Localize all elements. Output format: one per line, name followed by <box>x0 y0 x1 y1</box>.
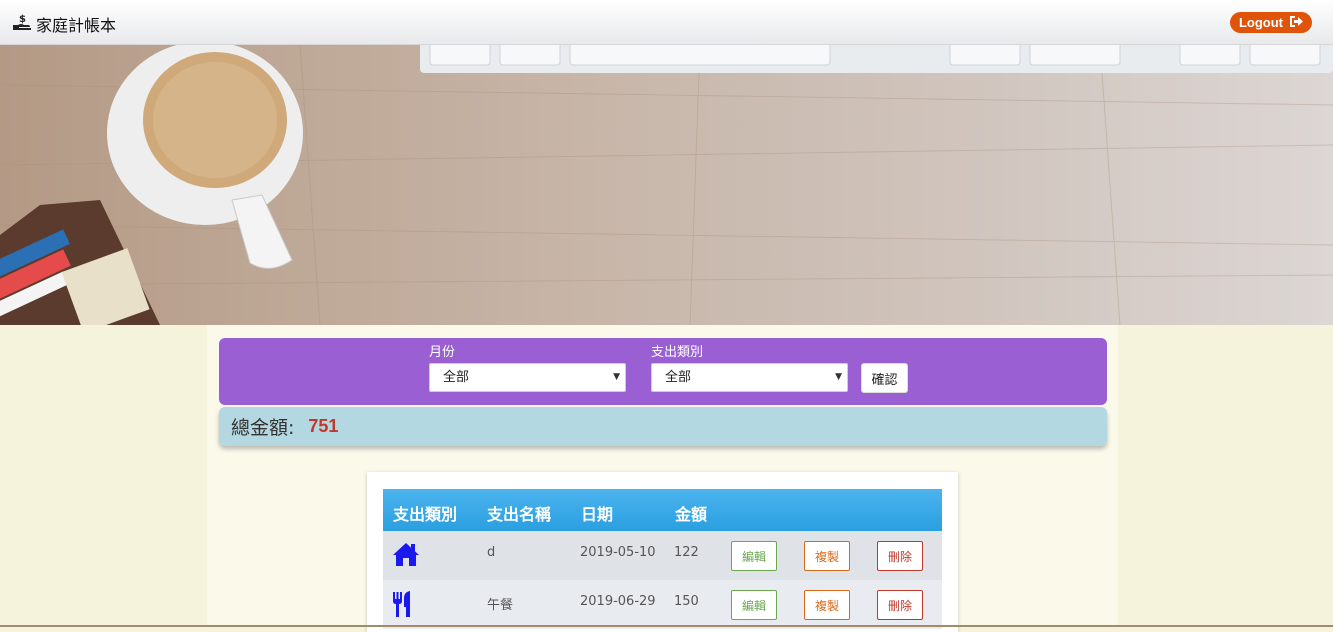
logout-button[interactable]: Logout <box>1229 12 1312 33</box>
table-row: d 2019-05-10 122 編輯 複製 刪除 <box>383 531 942 580</box>
category-select-value: 全部 <box>665 370 692 385</box>
hand-holding-dollar-icon: $ <box>12 13 32 35</box>
expense-amount: 150 <box>674 594 699 609</box>
category-filter-label: 支出類別 <box>651 345 704 360</box>
edit-button[interactable]: 編輯 <box>731 541 777 571</box>
column-header-name: 支出名稱 <box>487 505 552 524</box>
table-row: 午餐 2019-06-29 150 編輯 複製 刪除 <box>383 580 942 629</box>
column-header-amount: 金額 <box>675 505 708 524</box>
copy-button[interactable]: 複製 <box>804 541 850 571</box>
sign-out-icon <box>1289 15 1304 31</box>
brand-title: 家庭計帳本 <box>36 16 117 35</box>
category-select[interactable]: 全部 ▼ <box>651 363 848 392</box>
total-amount-bar: 總金額: 751 <box>219 407 1107 446</box>
utensils-icon <box>391 589 421 619</box>
expense-amount: 122 <box>674 545 699 560</box>
top-navbar: $ 家庭計帳本 Logout <box>0 0 1333 45</box>
column-header-date: 日期 <box>581 505 614 524</box>
home-icon <box>391 540 421 570</box>
brand[interactable]: $ 家庭計帳本 <box>12 12 116 36</box>
delete-button[interactable]: 刪除 <box>877 590 923 620</box>
expense-name: 午餐 <box>487 598 514 613</box>
hero-banner-image <box>0 45 1333 325</box>
expense-date: 2019-06-29 <box>580 594 656 609</box>
total-amount-value: 751 <box>308 416 339 436</box>
column-header-category: 支出類別 <box>393 505 458 524</box>
delete-button[interactable]: 刪除 <box>877 541 923 571</box>
copy-button[interactable]: 複製 <box>804 590 850 620</box>
total-amount-label: 總金額: <box>231 417 295 439</box>
caret-down-icon: ▼ <box>835 372 842 382</box>
table-header: 支出類別 支出名稱 日期 金額 <box>383 489 942 531</box>
confirm-button[interactable]: 確認 <box>861 363 908 393</box>
month-select-value: 全部 <box>443 370 470 385</box>
expense-name: d <box>487 545 496 560</box>
expense-date: 2019-05-10 <box>580 545 656 560</box>
svg-text:$: $ <box>19 14 26 25</box>
caret-down-icon: ▼ <box>613 372 620 382</box>
edit-button[interactable]: 編輯 <box>731 590 777 620</box>
logout-label: Logout <box>1238 15 1283 30</box>
month-select[interactable]: 全部 ▼ <box>429 363 626 392</box>
month-filter-label: 月份 <box>429 345 456 360</box>
